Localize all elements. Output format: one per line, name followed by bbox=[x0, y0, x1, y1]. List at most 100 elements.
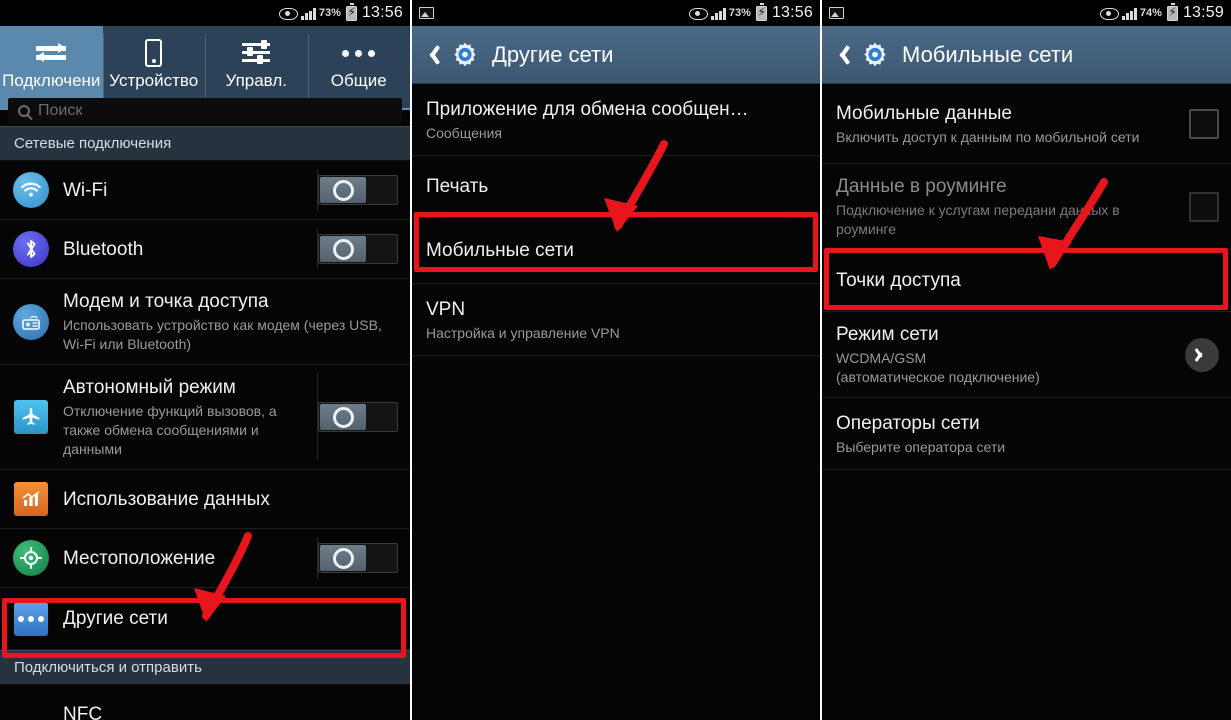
battery-charging-icon bbox=[1166, 3, 1178, 21]
list-item-label: Мобильные данные bbox=[836, 102, 1012, 124]
airplane-toggle[interactable] bbox=[318, 402, 398, 432]
list-item-subtitle: Использовать устройство как модем (через… bbox=[63, 317, 382, 352]
list-item-label: Модем и точка доступа bbox=[63, 291, 269, 312]
list-item-label: Использование данных bbox=[63, 488, 270, 510]
list-item-network-operators[interactable]: Операторы сети Выберите оператора сети bbox=[822, 398, 1231, 470]
tab-general[interactable]: Общие bbox=[307, 26, 411, 108]
panel-other-networks: 73% 13:56 Другие сети Приложение для обм… bbox=[412, 0, 820, 720]
app-bar-other-networks: Другие сети bbox=[412, 26, 820, 84]
eye-icon bbox=[279, 7, 299, 20]
battery-percent-label: 73% bbox=[318, 7, 341, 19]
gear-icon bbox=[860, 40, 890, 70]
other-networks-icon bbox=[12, 600, 50, 638]
status-bar-1: 73% 13:56 bbox=[0, 0, 410, 26]
clock-label: 13:56 bbox=[771, 4, 813, 21]
list-item-other-networks[interactable]: Другие сети bbox=[0, 588, 410, 650]
list-item-data-roaming[interactable]: Данные в роуминге Подключение к услугам … bbox=[822, 164, 1231, 250]
tab-general-label: Общие bbox=[330, 71, 387, 90]
nfc-icon bbox=[12, 695, 50, 720]
list-item-label: Другие сети bbox=[63, 608, 168, 629]
list-item-bluetooth[interactable]: Bluetooth bbox=[0, 220, 410, 279]
clock-label: 13:56 bbox=[361, 4, 403, 21]
tab-connections[interactable]: Подключени bbox=[0, 26, 103, 108]
list-item-label: Режим сети bbox=[836, 324, 939, 345]
list-item-label: VPN bbox=[426, 298, 466, 320]
three-panel-screenshot: 73% 13:56 Подключени Устройство Управл. bbox=[0, 0, 1231, 720]
search-input[interactable]: Поиск bbox=[8, 98, 402, 124]
list-item-label: Операторы сети bbox=[836, 412, 980, 434]
app-bar-mobile-networks: Мобильные сети bbox=[822, 26, 1231, 84]
two-arrows-icon bbox=[36, 36, 67, 70]
status-bar-2: 73% 13:56 bbox=[412, 0, 820, 26]
list-item-messaging-app[interactable]: Приложение для обмена сообщен… Сообщения bbox=[412, 84, 820, 156]
section-header-network: Сетевые подключения bbox=[0, 126, 410, 161]
search-placeholder: Поиск bbox=[38, 102, 83, 119]
list-item-label: Точки доступа bbox=[836, 270, 961, 291]
panel-connections: 73% 13:56 Подключени Устройство Управл. bbox=[0, 0, 410, 720]
list-item-label: Данные в роуминге bbox=[836, 176, 1007, 197]
back-chevron-icon[interactable] bbox=[426, 44, 438, 66]
list-item-label: Bluetooth bbox=[63, 238, 144, 260]
list-item-subtitle: Выберите оператора сети bbox=[836, 438, 1006, 455]
battery-percent-label: 74% bbox=[1139, 7, 1162, 19]
panel-mobile-networks: 74% 13:59 Мобильные сети Мобильные данны… bbox=[822, 0, 1231, 720]
mobile-networks-list: Мобильные данные Включить доступ к данны… bbox=[822, 84, 1231, 470]
three-dots-icon bbox=[342, 36, 376, 70]
list-item-print[interactable]: Печать bbox=[412, 156, 820, 218]
list-item-label: Приложение для обмена сообщен… bbox=[426, 98, 749, 120]
tab-device[interactable]: Устройство bbox=[102, 26, 206, 108]
mobile-data-checkbox[interactable] bbox=[1189, 108, 1219, 139]
data-usage-icon bbox=[12, 480, 50, 518]
list-item-wifi[interactable]: Wi-Fi bbox=[0, 161, 410, 220]
list-item-subtitle: WCDMA/GSM (автоматическое подключение) bbox=[836, 350, 1040, 385]
network-mode-chevron-button[interactable] bbox=[1185, 337, 1219, 372]
list-item-label: Печать bbox=[426, 176, 489, 197]
signal-bars-icon bbox=[711, 7, 726, 20]
location-toggle[interactable] bbox=[318, 543, 398, 573]
data-roaming-checkbox[interactable] bbox=[1189, 191, 1219, 222]
tab-controls[interactable]: Управл. bbox=[205, 26, 308, 108]
search-icon bbox=[18, 105, 30, 117]
sliders-icon bbox=[242, 36, 271, 70]
list-item-network-mode[interactable]: Режим сети WCDMA/GSM (автоматическое под… bbox=[822, 312, 1231, 398]
list-item-mobile-data[interactable]: Мобильные данные Включить доступ к данны… bbox=[822, 84, 1231, 164]
airplane-icon bbox=[12, 398, 50, 436]
list-item-mobile-networks[interactable]: Мобильные сети bbox=[412, 218, 820, 284]
wifi-toggle[interactable] bbox=[318, 175, 398, 205]
list-item-label: Wi-Fi bbox=[63, 179, 108, 201]
image-icon bbox=[419, 7, 434, 19]
list-item-subtitle: Отключение функций вызовов, а также обме… bbox=[63, 403, 277, 457]
signal-bars-icon bbox=[301, 7, 316, 20]
clock-label: 13:59 bbox=[1182, 4, 1224, 21]
phone-icon bbox=[145, 36, 163, 70]
back-chevron-icon[interactable] bbox=[836, 44, 848, 66]
list-item-tethering[interactable]: Модем и точка доступа Использовать устро… bbox=[0, 279, 410, 365]
bluetooth-toggle[interactable] bbox=[318, 234, 398, 264]
section-header-connect-share: Подключиться и отправить bbox=[0, 650, 410, 685]
eye-icon bbox=[1100, 7, 1120, 20]
tab-device-label: Устройство bbox=[109, 71, 199, 90]
connections-list: Сетевые подключения Wi-Fi Bluetooth Моде… bbox=[0, 126, 410, 720]
list-item-subtitle: Настройка и управление VPN bbox=[426, 324, 620, 341]
list-item-airplane-mode[interactable]: Автономный режим Отключение функций вызо… bbox=[0, 365, 410, 470]
list-item-label: NFC bbox=[63, 703, 103, 720]
list-item-vpn[interactable]: VPN Настройка и управление VPN bbox=[412, 284, 820, 356]
wifi-icon bbox=[12, 171, 50, 209]
list-item-subtitle: Включить доступ к данным по мобильной се… bbox=[836, 128, 1140, 145]
page-title: Мобильные сети bbox=[902, 41, 1074, 67]
location-icon bbox=[12, 539, 50, 577]
list-item-subtitle: Подключение к услугам передани данных в … bbox=[836, 202, 1120, 237]
list-item-access-points[interactable]: Точки доступа bbox=[822, 250, 1231, 312]
status-bar-3: 74% 13:59 bbox=[822, 0, 1231, 26]
list-item-nfc[interactable]: NFC bbox=[0, 685, 410, 720]
list-item-subtitle: Сообщения bbox=[426, 124, 502, 141]
battery-percent-label: 73% bbox=[728, 7, 751, 19]
tab-controls-label: Управл. bbox=[225, 71, 287, 90]
list-item-label: Местоположение bbox=[63, 547, 216, 569]
list-item-location[interactable]: Местоположение bbox=[0, 529, 410, 588]
tab-connections-label: Подключени bbox=[2, 71, 101, 90]
list-item-data-usage[interactable]: Использование данных bbox=[0, 470, 410, 529]
image-icon bbox=[829, 7, 844, 19]
tethering-icon bbox=[12, 303, 50, 341]
page-title: Другие сети bbox=[492, 41, 614, 67]
